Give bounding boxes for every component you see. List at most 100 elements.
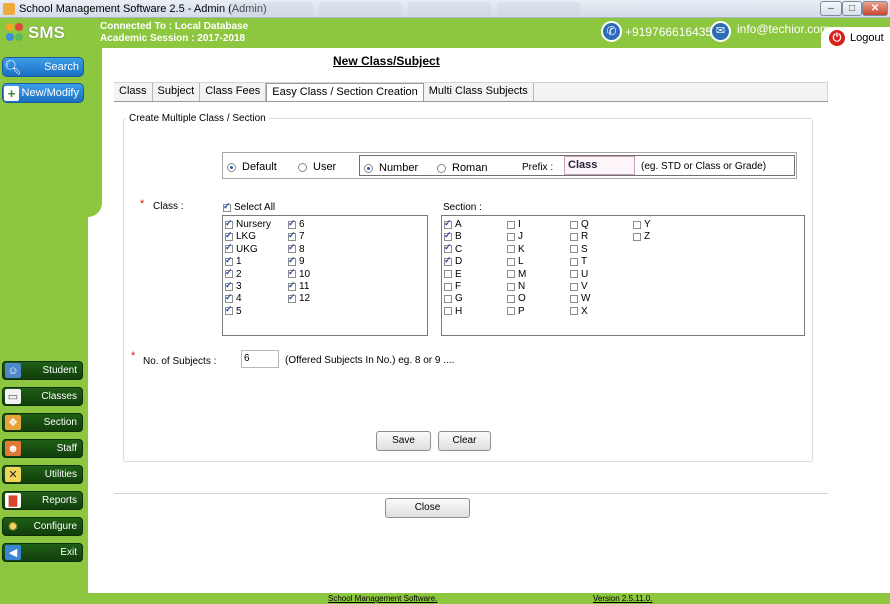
section-checkbox-t[interactable]: T xyxy=(570,256,587,267)
class-checkbox-1[interactable]: 1 xyxy=(225,255,242,267)
clear-button[interactable]: Clear xyxy=(438,431,491,451)
search-button[interactable]: 🔍︎ Search xyxy=(2,57,84,77)
section-checkbox-s[interactable]: S xyxy=(570,244,588,255)
number-radio[interactable]: Number xyxy=(364,162,418,174)
section-checkbox-o[interactable]: O xyxy=(507,293,526,304)
class-checkbox-4[interactable]: 4 xyxy=(225,292,242,304)
close-button[interactable]: Close xyxy=(385,498,470,518)
sidebar-item-exit[interactable]: ◀ Exit xyxy=(2,543,83,562)
minimize-button[interactable]: – xyxy=(820,1,842,16)
class-checkbox-8[interactable]: 8 xyxy=(288,242,305,255)
roman-radio[interactable]: Roman xyxy=(437,162,487,174)
number-radio-label: Number xyxy=(379,162,419,174)
class-checkbox-lkg[interactable]: LKG xyxy=(225,230,256,242)
section-checkbox-g[interactable]: G xyxy=(444,293,463,304)
sidebar-item-section[interactable]: ❖ Section xyxy=(2,413,83,432)
section-checkbox-a[interactable]: A xyxy=(444,218,462,230)
section-checkbox-n[interactable]: N xyxy=(507,281,525,292)
section-checkbox-label: G xyxy=(455,293,463,305)
tab-class[interactable]: Class xyxy=(114,83,153,101)
tab-class-fees[interactable]: Class Fees xyxy=(200,83,267,101)
subjects-count-input[interactable]: 6 xyxy=(241,350,279,368)
section-checkbox-c[interactable]: C xyxy=(444,242,463,255)
class-checkbox-6[interactable]: 6 xyxy=(288,218,305,230)
section-checkbox-w[interactable]: W xyxy=(570,293,590,304)
sidebar-item-utilities[interactable]: ✕ Utilities xyxy=(2,465,83,484)
tab-multi-class-subjects[interactable]: Multi Class Subjects xyxy=(423,83,534,101)
class-checkbox-11[interactable]: 11 xyxy=(288,280,310,292)
class-list[interactable]: NurseryLKGUKG123456789101112 xyxy=(222,215,428,336)
class-checkbox-12[interactable]: 12 xyxy=(288,292,310,304)
section-checkbox-j[interactable]: J xyxy=(507,231,523,242)
section-checkbox-label: X xyxy=(581,305,588,317)
user-radio[interactable]: User xyxy=(298,161,336,173)
section-checkbox-i[interactable]: I xyxy=(507,219,521,230)
class-checkbox-label: 11 xyxy=(299,281,310,292)
sidebar-notch xyxy=(88,48,102,203)
group-title: Create Multiple Class / Section xyxy=(126,113,269,124)
section-checkbox-z[interactable]: Z xyxy=(633,231,650,242)
section-checkbox-h[interactable]: H xyxy=(444,306,462,317)
class-checkbox-9[interactable]: 9 xyxy=(288,255,305,268)
search-icon: 🔍︎ xyxy=(4,58,22,75)
section-list[interactable]: ABCDEFGH IJKLMNOP QRSTUVWX YZ xyxy=(441,215,805,336)
section-checkbox-l[interactable]: L xyxy=(507,256,524,267)
section-checkbox-m[interactable]: M xyxy=(507,269,526,280)
new-modify-button[interactable]: + New/Modify xyxy=(2,83,84,103)
sidebar-item-label: Classes xyxy=(41,391,77,402)
default-radio[interactable]: Default xyxy=(227,161,277,173)
class-checkbox-7[interactable]: 7 xyxy=(288,230,305,242)
class-checkbox-3[interactable]: 3 xyxy=(225,280,242,292)
class-checkbox-2[interactable]: 2 xyxy=(225,267,242,280)
checkbox-box xyxy=(507,220,515,229)
sidebar-item-configure[interactable]: ✹ Configure xyxy=(2,517,83,536)
section-checkbox-v[interactable]: V xyxy=(570,281,588,292)
class-checkbox-5[interactable]: 5 xyxy=(225,304,242,317)
tab-subject[interactable]: Subject xyxy=(152,83,201,101)
prefix-input[interactable]: Class xyxy=(564,156,635,175)
student-icon: ☺ xyxy=(5,363,21,378)
section-checkbox-label: Y xyxy=(644,219,651,230)
class-checkbox-nursery[interactable]: Nursery xyxy=(225,218,271,230)
section-checkbox-r[interactable]: R xyxy=(570,231,588,242)
save-button[interactable]: Save xyxy=(376,431,431,451)
section-checkbox-q[interactable]: Q xyxy=(570,219,589,230)
class-checkbox-label: 5 xyxy=(236,305,242,317)
class-checkbox-label: 9 xyxy=(299,256,305,268)
checkbox-box xyxy=(225,280,233,291)
section-checkbox-p[interactable]: P xyxy=(507,306,525,317)
class-checkbox-label: 2 xyxy=(236,268,242,280)
maximize-button[interactable]: □ xyxy=(842,1,862,16)
tab-easy-class-section-creation[interactable]: Easy Class / Section Creation xyxy=(266,83,424,101)
sidebar-item-student[interactable]: ☺ Student xyxy=(2,361,83,380)
sidebar-item-staff[interactable]: ☻ Staff xyxy=(2,439,83,458)
section-checkbox-b[interactable]: B xyxy=(444,230,462,242)
class-checkbox-10[interactable]: 10 xyxy=(288,267,310,280)
sidebar-item-classes[interactable]: ▭ Classes xyxy=(2,387,83,406)
checkbox-box xyxy=(570,257,578,266)
close-window-button[interactable]: ✕ xyxy=(862,1,888,16)
section-checkbox-u[interactable]: U xyxy=(570,269,588,280)
logout-button[interactable]: ⏻ Logout xyxy=(821,27,890,49)
section-checkbox-e[interactable]: E xyxy=(444,269,462,280)
section-checkbox-y[interactable]: Y xyxy=(633,219,651,230)
checkbox-box xyxy=(225,242,233,254)
checkbox-box xyxy=(570,282,578,291)
section-checkbox-x[interactable]: X xyxy=(570,306,588,317)
section-checkbox-d[interactable]: D xyxy=(444,255,462,267)
section-checkbox-f[interactable]: F xyxy=(444,281,461,292)
section-checkbox-label: K xyxy=(518,243,525,255)
logout-label: Logout xyxy=(850,32,884,44)
section-label: Section : xyxy=(443,202,482,213)
configure-icon: ✹ xyxy=(7,518,19,534)
sidebar-item-reports[interactable]: ▇ Reports xyxy=(2,491,83,510)
checkbox-box xyxy=(225,255,233,266)
section-checkbox-label: C xyxy=(455,243,463,255)
section-checkbox-k[interactable]: K xyxy=(507,244,525,255)
class-checkbox-ukg[interactable]: UKG xyxy=(225,242,258,255)
exit-icon: ◀ xyxy=(5,545,21,560)
page-title: New Class/Subject xyxy=(333,54,440,68)
connected-to: Connected To : Local Database xyxy=(100,21,249,32)
classes-icon: ▭ xyxy=(5,389,21,404)
select-all-checkbox[interactable]: Select All xyxy=(223,201,275,213)
